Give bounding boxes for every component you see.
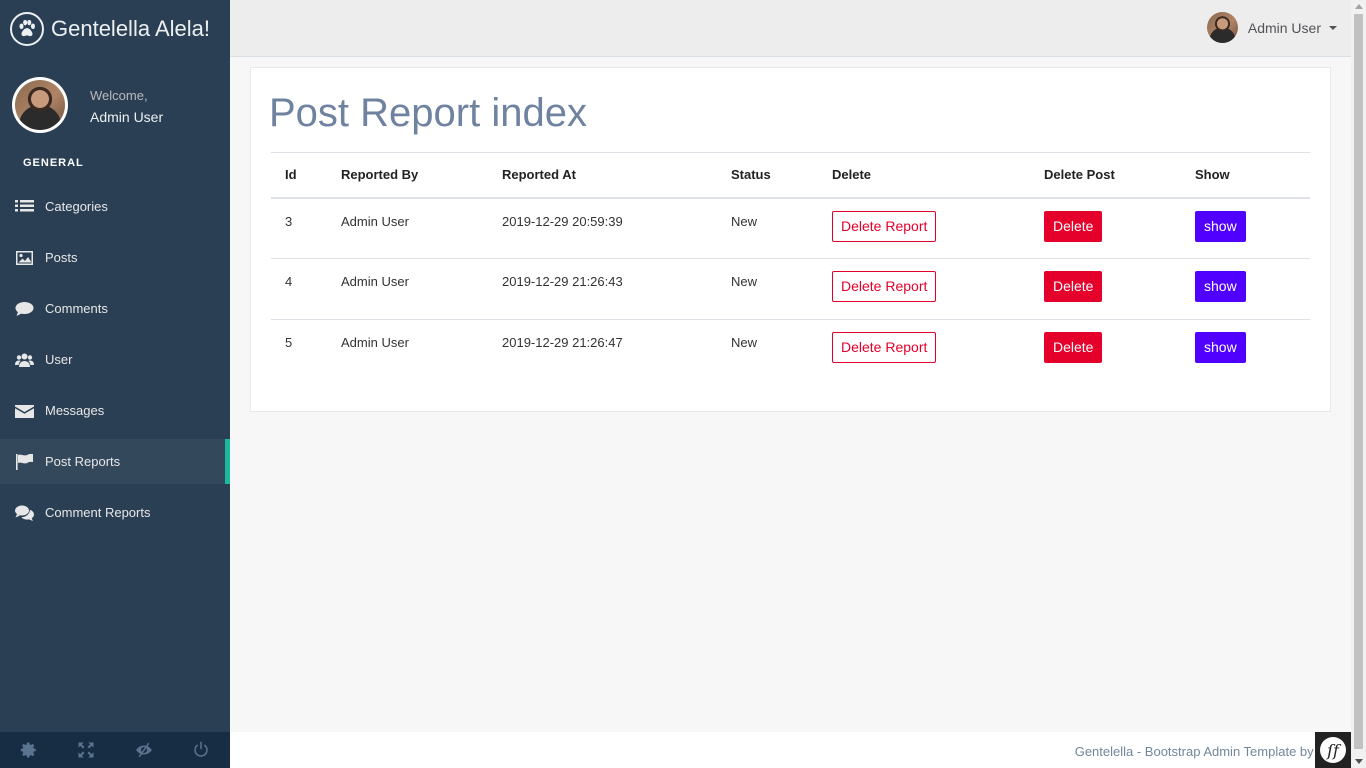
cell-status: New xyxy=(731,213,758,229)
cell-delete: Delete Report xyxy=(818,198,1030,259)
scroll-up-arrow-icon[interactable] xyxy=(1355,4,1363,9)
sidebar-item-label: Comment Reports xyxy=(45,505,151,520)
cell-reported-by: Admin User xyxy=(327,258,488,320)
sidebar-item-posts[interactable]: Posts xyxy=(0,232,230,283)
menu-section-title: GENERAL xyxy=(23,157,84,169)
paw-icon xyxy=(10,11,44,46)
cell-reported-at: 2019-12-29 21:26:43 xyxy=(488,258,717,320)
cell-delete: Delete Report xyxy=(818,258,1030,320)
cell-reported-at: 2019-12-29 20:59:39 xyxy=(502,213,623,229)
avatar xyxy=(1206,12,1238,43)
cell-delete-post: Delete xyxy=(1030,258,1181,320)
show-button[interactable]: show xyxy=(1195,210,1246,242)
sidebar-item-post-reports[interactable]: Post Reports xyxy=(0,439,230,484)
show-button[interactable]: show xyxy=(1195,271,1246,302)
eye-slash-icon[interactable] xyxy=(115,732,173,768)
table-row: 3 Admin User 2019-12-29 20:59:39 New Del… xyxy=(271,198,1310,259)
sidebar-item-label: Posts xyxy=(45,250,78,265)
sidebar-item-label: Comments xyxy=(45,301,108,316)
user-name: Admin User xyxy=(1247,19,1321,36)
welcome-text: Welcome, xyxy=(90,88,148,103)
footer-credit: Gentelella - Bootstrap Admin Template by… xyxy=(1074,744,1344,759)
delete-report-button[interactable]: Delete Report xyxy=(832,271,937,302)
cell-reported-by: Admin User xyxy=(327,319,488,381)
sidebar-footer xyxy=(0,732,230,768)
envelope-icon xyxy=(15,404,34,418)
symfony-toolbar-toggle[interactable]: ſf xyxy=(1315,732,1351,768)
content-panel: Post Report index Id Reported By Reporte… xyxy=(250,67,1331,412)
avatar xyxy=(12,77,68,133)
comments-icon xyxy=(15,505,34,521)
column-header: Reported At xyxy=(488,152,717,199)
scrollbar-thumb[interactable] xyxy=(1354,14,1363,749)
table-header-row: Id Reported By Reported At Status Delete… xyxy=(271,152,1310,199)
delete-post-button[interactable]: Delete xyxy=(1044,210,1103,242)
profile: Welcome, Admin User xyxy=(12,77,163,133)
cell-status: New xyxy=(717,319,818,381)
scroll-down-arrow-icon[interactable] xyxy=(1355,759,1363,764)
image-icon xyxy=(16,250,33,265)
page-title: Post Report index xyxy=(269,91,587,135)
table-row: 5 Admin User 2019-12-29 21:26:47 New Del… xyxy=(271,319,1310,381)
cell-show: show xyxy=(1181,198,1310,259)
profile-name: Admin User xyxy=(90,109,164,125)
sidebar-item-label: Messages xyxy=(45,403,105,418)
sidebar-item-label: Categories xyxy=(45,199,108,214)
delete-post-button[interactable]: Delete xyxy=(1044,271,1103,302)
column-header: Delete Post xyxy=(1030,152,1181,199)
column-header: Show xyxy=(1181,152,1310,199)
sidebar-item-label: User xyxy=(45,352,73,367)
sidebar-menu: Categories Posts Comments User Messages … xyxy=(0,181,230,538)
cell-show: show xyxy=(1181,258,1310,320)
cell-reported-at: 2019-12-29 21:26:47 xyxy=(488,319,717,381)
vertical-scrollbar[interactable] xyxy=(1351,0,1366,768)
page-footer: Gentelella - Bootstrap Admin Template by… xyxy=(230,732,1351,768)
users-icon xyxy=(15,353,34,367)
fullscreen-icon[interactable] xyxy=(58,732,116,768)
cell-id: 3 xyxy=(285,213,293,229)
power-icon[interactable] xyxy=(173,732,231,768)
cell-delete-post: Delete xyxy=(1030,319,1181,381)
delete-report-button[interactable]: Delete Report xyxy=(832,332,937,363)
user-dropdown[interactable]: Admin User xyxy=(1206,12,1337,43)
settings-icon[interactable] xyxy=(0,732,58,768)
caret-down-icon xyxy=(1329,25,1337,30)
sidebar-item-label: Post Reports xyxy=(45,454,121,469)
cell-reported-by: Admin User xyxy=(341,213,409,229)
top-navbar: Admin User xyxy=(230,0,1351,57)
column-header: Reported By xyxy=(327,152,488,199)
sidebar-item-comments[interactable]: Comments xyxy=(0,283,230,334)
show-button[interactable]: show xyxy=(1195,332,1246,363)
comment-icon xyxy=(15,301,34,316)
flag-icon xyxy=(16,453,33,470)
cell-show: show xyxy=(1181,319,1310,381)
cell-id: 4 xyxy=(271,258,327,320)
list-icon xyxy=(15,199,34,211)
column-header: Delete xyxy=(818,152,1030,199)
table-row: 4 Admin User 2019-12-29 21:26:43 New Del… xyxy=(271,258,1310,320)
cell-status: New xyxy=(717,258,818,320)
delete-report-button[interactable]: Delete Report xyxy=(832,210,937,242)
sidebar-item-user[interactable]: User xyxy=(0,334,230,385)
column-header: Status xyxy=(717,152,818,199)
brand[interactable]: Gentelella Alela! xyxy=(0,0,230,57)
column-header: Id xyxy=(271,152,327,199)
delete-post-button[interactable]: Delete xyxy=(1044,332,1103,363)
sidebar-item-comment-reports[interactable]: Comment Reports xyxy=(0,487,230,538)
sidebar-item-messages[interactable]: Messages xyxy=(0,385,230,436)
cell-id: 5 xyxy=(271,319,327,381)
cell-delete-post: Delete xyxy=(1030,198,1181,259)
sidebar: Gentelella Alela! Welcome, Admin User GE… xyxy=(0,0,230,768)
sidebar-item-categories[interactable]: Categories xyxy=(0,181,230,232)
cell-delete: Delete Report xyxy=(818,319,1030,381)
brand-title: Gentelella Alela! xyxy=(51,15,210,41)
reports-table: Id Reported By Reported At Status Delete… xyxy=(271,152,1310,381)
symfony-logo-icon: ſf xyxy=(1320,737,1346,763)
